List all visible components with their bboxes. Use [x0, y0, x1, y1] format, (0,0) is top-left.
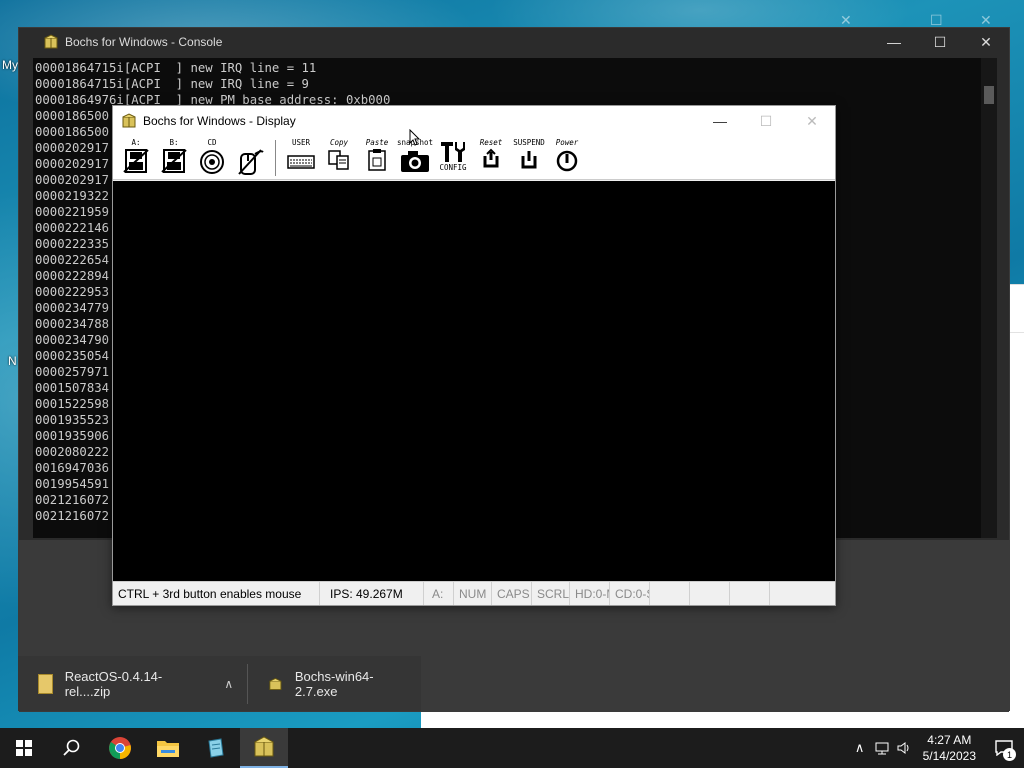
search-icon: [63, 739, 80, 756]
copy-label: Copy: [329, 137, 349, 147]
status-ips: IPS: 49.267M: [320, 582, 424, 605]
console-scrollbar[interactable]: [981, 58, 997, 538]
mouse-icon: [238, 148, 264, 175]
console-line: 00001864715i[ACPI ] new IRQ line = 11: [35, 61, 317, 75]
cdrom-button[interactable]: CD: [193, 138, 231, 178]
minimize-button[interactable]: —: [697, 107, 743, 135]
power-icon: [556, 150, 578, 171]
power-label: Power: [555, 137, 579, 147]
search-button[interactable]: [48, 728, 96, 768]
paste-label: Paste: [365, 137, 389, 147]
taskbar-app[interactable]: [192, 728, 240, 768]
chevron-up-icon[interactable]: ∧: [849, 728, 871, 768]
status-scrl: SCRL: [532, 582, 570, 605]
network-icon[interactable]: [871, 728, 893, 768]
download-bar: ReactOS-0.4.14-rel....zip ∧ Bochs-win64-…: [18, 656, 421, 711]
close-button[interactable]: ✕: [789, 107, 835, 135]
download-filename: ReactOS-0.4.14-rel....zip: [64, 668, 163, 699]
chrome-icon: [109, 737, 131, 759]
reset-icon: [483, 148, 499, 167]
bochs-icon: [254, 736, 274, 757]
minimize-button[interactable]: —: [871, 28, 917, 56]
status-empty: [690, 582, 730, 605]
user-button[interactable]: USER: [282, 138, 320, 178]
reset-button[interactable]: Reset: [472, 138, 510, 178]
floppy-icon: [123, 148, 149, 173]
display-window: Bochs for Windows - Display — ☐ ✕ A: B:: [112, 105, 836, 606]
desktop-icon-label[interactable]: N: [8, 354, 17, 368]
clock[interactable]: 4:27 AM 5/14/2023: [915, 732, 984, 764]
user-label: USER: [291, 137, 311, 147]
status-cd: CD:0-S: [610, 582, 650, 605]
config-label: CONFIG: [439, 162, 467, 172]
taskbar: ∧ 4:27 AM 5/14/2023 1: [0, 728, 1024, 768]
camera-icon: [401, 150, 429, 172]
taskbar-file-explorer[interactable]: [144, 728, 192, 768]
floppy-b-button[interactable]: B:: [155, 138, 193, 178]
status-mouse-hint: CTRL + 3rd button enables mouse: [113, 582, 320, 605]
floppy-a-button[interactable]: A:: [117, 138, 155, 178]
console-title: Bochs for Windows - Console: [65, 35, 223, 49]
status-bar: CTRL + 3rd button enables mouse IPS: 49.…: [113, 581, 835, 605]
copy-icon: [328, 149, 349, 170]
maximize-button[interactable]: ☐: [917, 28, 963, 56]
bochs-toolbar: A: B: CD USER Copy Paste CONFIG Reset SU…: [113, 136, 835, 180]
mouse-cursor-icon: [409, 129, 421, 146]
suspend-label: SUSPEND: [513, 137, 545, 147]
notification-badge: 1: [1003, 748, 1016, 761]
system-tray: ∧ 4:27 AM 5/14/2023 1: [849, 728, 1024, 768]
reset-label: Reset: [479, 137, 503, 147]
copy-button[interactable]: Copy: [320, 138, 358, 178]
config-button[interactable]: CONFIG: [434, 138, 472, 178]
scrollbar-thumb[interactable]: [984, 86, 994, 104]
desktop-icon-label[interactable]: My: [2, 58, 18, 72]
download-item[interactable]: ReactOS-0.4.14-rel....zip ∧: [18, 656, 247, 711]
taskbar-chrome[interactable]: [96, 728, 144, 768]
suspend-button[interactable]: SUSPEND: [510, 138, 548, 178]
status-caps: CAPS: [492, 582, 532, 605]
clock-time: 4:27 AM: [927, 733, 972, 747]
close-button[interactable]: ✕: [963, 28, 1009, 56]
keyboard-icon: [287, 154, 315, 169]
power-button[interactable]: Power: [548, 138, 586, 178]
status-empty: [730, 582, 770, 605]
console-titlebar[interactable]: Bochs for Windows - Console — ☐ ✕: [19, 28, 1009, 56]
notepad-icon: [208, 738, 224, 758]
floppy-b-label: B:: [169, 137, 179, 147]
status-drive: A:: [424, 582, 454, 605]
clock-date: 5/14/2023: [922, 749, 976, 763]
start-button[interactable]: [0, 728, 48, 768]
status-empty: [650, 582, 690, 605]
download-filename: Bochs-win64-2.7.exe: [294, 668, 374, 699]
folder-icon: [157, 741, 179, 757]
floppy-a-label: A:: [131, 137, 141, 147]
bochs-icon: [122, 113, 136, 128]
floppy-icon: [161, 148, 187, 173]
emulator-screen[interactable]: [113, 181, 835, 582]
bochs-icon: [269, 677, 282, 690]
paste-button[interactable]: Paste: [358, 138, 396, 178]
chevron-up-icon[interactable]: ∧: [224, 677, 233, 691]
status-num: NUM: [454, 582, 492, 605]
paste-icon: [368, 148, 386, 171]
display-title: Bochs for Windows - Display: [143, 114, 296, 128]
bochs-icon: [44, 34, 58, 49]
status-hd: HD:0-M: [570, 582, 610, 605]
console-line: 00001864715i[ACPI ] new IRQ line = 9: [35, 77, 309, 91]
toolbar-separator: [275, 139, 276, 176]
suspend-icon: [521, 150, 537, 168]
cd-icon: [200, 149, 224, 174]
zip-file-icon: [38, 673, 53, 694]
cdrom-label: CD: [207, 137, 217, 147]
maximize-button[interactable]: ☐: [743, 107, 789, 135]
display-titlebar[interactable]: Bochs for Windows - Display — ☐ ✕: [113, 106, 835, 136]
notification-button[interactable]: 1: [984, 728, 1024, 768]
taskbar-bochs[interactable]: [240, 728, 288, 768]
windows-logo-icon: [16, 740, 32, 756]
mouse-button[interactable]: [231, 138, 269, 178]
volume-icon[interactable]: [893, 728, 915, 768]
download-item[interactable]: Bochs-win64-2.7.exe: [248, 656, 421, 711]
